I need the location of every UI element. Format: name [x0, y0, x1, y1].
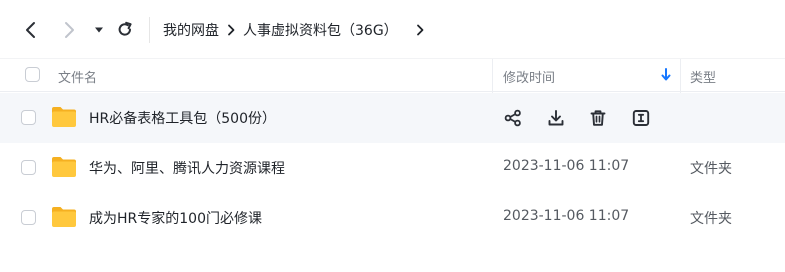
file-name[interactable]: HR必备表格工具包（500份）	[89, 108, 276, 128]
table-header: 文件名 修改时间 类型	[0, 58, 785, 93]
folder-icon	[52, 157, 76, 177]
download-button[interactable]	[545, 107, 567, 129]
row-checkbox[interactable]	[21, 160, 36, 175]
row-checkbox[interactable]	[21, 210, 36, 225]
chevron-right-icon[interactable]	[416, 24, 424, 36]
column-header-name[interactable]: 文件名	[58, 67, 97, 86]
download-icon	[548, 110, 564, 126]
caret-down-icon	[95, 27, 103, 33]
chevron-right-icon	[228, 24, 235, 36]
rename-button[interactable]	[630, 107, 652, 129]
share-button[interactable]	[502, 107, 524, 129]
folder-icon	[52, 207, 76, 227]
history-dropdown-button[interactable]	[91, 21, 107, 39]
trash-icon	[590, 110, 606, 126]
table-row[interactable]: HR必备表格工具包（500份）	[0, 93, 785, 143]
file-type: 文件夹	[690, 211, 732, 227]
column-header-type[interactable]: 类型	[690, 67, 716, 86]
breadcrumb: 我的网盘 人事虚拟资料包（36G）	[163, 19, 432, 41]
file-name[interactable]: 成为HR专家的100门必修课	[89, 208, 262, 228]
back-button[interactable]	[20, 19, 42, 41]
select-all-checkbox[interactable]	[25, 67, 40, 82]
share-icon	[504, 109, 521, 127]
column-header-modified[interactable]: 修改时间	[503, 67, 555, 86]
chevron-right-icon	[65, 22, 74, 38]
nav-divider	[149, 17, 150, 43]
table-row[interactable]: 华为、阿里、腾讯人力资源课程 2023-11-06 11:07 文件夹	[0, 143, 785, 193]
breadcrumb-item-current[interactable]: 人事虚拟资料包（36G）	[243, 20, 398, 40]
breadcrumb-item-root[interactable]: 我的网盘	[163, 20, 219, 40]
delete-button[interactable]	[587, 107, 609, 129]
refresh-icon	[118, 21, 132, 36]
file-type: 文件夹	[690, 161, 732, 177]
file-name[interactable]: 华为、阿里、腾讯人力资源课程	[89, 158, 285, 178]
row-checkbox[interactable]	[21, 110, 36, 125]
refresh-button[interactable]	[114, 19, 136, 41]
sort-descending-icon[interactable]	[660, 67, 672, 83]
rename-icon	[632, 110, 650, 126]
table-row[interactable]: 成为HR专家的100门必修课 2023-11-06 11:07 文件夹	[0, 193, 785, 243]
chevron-left-icon	[26, 22, 35, 38]
file-modified: 2023-11-06 11:07	[503, 208, 630, 224]
column-divider	[492, 59, 493, 93]
folder-icon	[52, 107, 76, 127]
column-divider	[680, 59, 681, 93]
file-modified: 2023-11-06 11:07	[503, 158, 630, 174]
forward-button[interactable]	[58, 19, 80, 41]
nav-bar: 我的网盘 人事虚拟资料包（36G）	[0, 0, 785, 58]
